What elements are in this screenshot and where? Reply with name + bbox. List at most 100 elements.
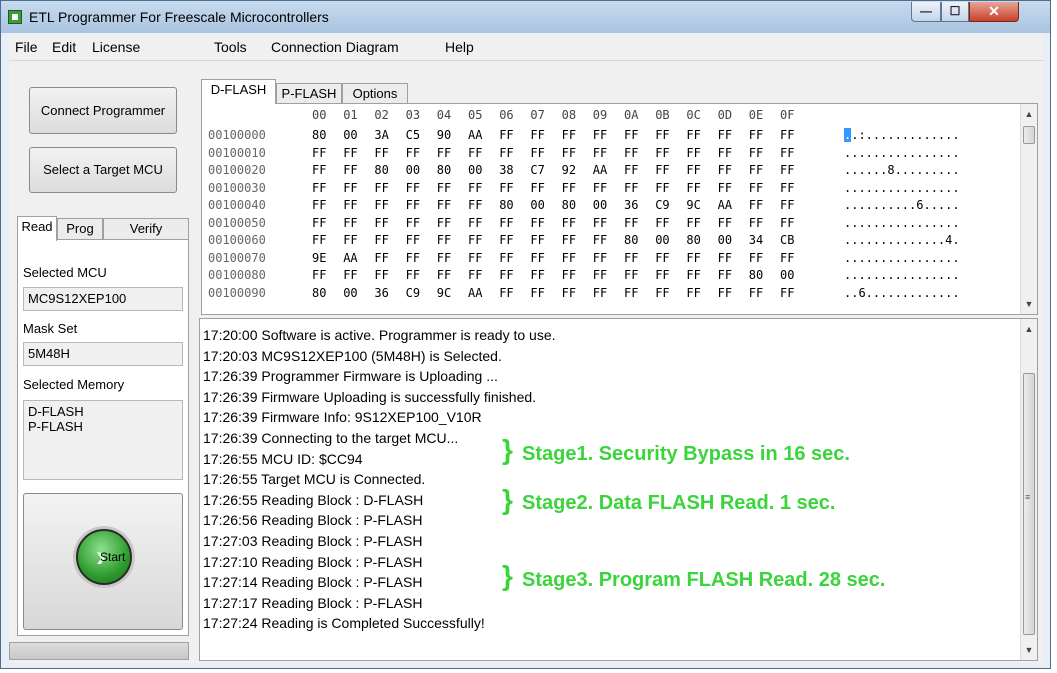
hex-byte[interactable]: FF — [406, 233, 428, 247]
hex-byte[interactable]: FF — [374, 198, 396, 212]
hex-byte[interactable]: 00 — [655, 233, 677, 247]
hex-byte[interactable]: FF — [686, 216, 708, 230]
hex-byte[interactable]: FF — [749, 163, 771, 177]
hex-byte[interactable]: FF — [718, 128, 740, 142]
hex-byte[interactable]: 80 — [749, 268, 771, 282]
log-scrollbar[interactable]: ▲ ≡ ▼ — [1020, 319, 1037, 660]
hex-byte[interactable]: FF — [593, 286, 615, 300]
memory-item-pflash[interactable]: P-FLASH — [28, 419, 178, 434]
hex-byte[interactable]: FF — [718, 251, 740, 265]
hex-byte[interactable]: 80 — [499, 198, 521, 212]
memory-item-dflash[interactable]: D-FLASH — [28, 404, 178, 419]
hex-byte[interactable]: FF — [312, 146, 334, 160]
hex-byte[interactable]: FF — [686, 268, 708, 282]
hex-byte[interactable]: FF — [312, 181, 334, 195]
hex-byte[interactable]: C7 — [530, 163, 552, 177]
hex-byte[interactable]: FF — [562, 181, 584, 195]
hex-byte[interactable]: FF — [655, 286, 677, 300]
hex-scroll-thumb[interactable] — [1023, 126, 1035, 144]
hex-byte[interactable]: FF — [499, 286, 521, 300]
hex-byte[interactable]: FF — [499, 268, 521, 282]
hex-byte[interactable]: FF — [562, 268, 584, 282]
hex-byte[interactable]: FF — [437, 251, 459, 265]
hex-row[interactable]: 00100070 9E AA FF FF FF FF FF FF FF FF FF FF FF FF FF FF… — [202, 251, 1022, 265]
hex-byte[interactable]: FF — [593, 128, 615, 142]
hex-byte[interactable]: FF — [624, 128, 646, 142]
hex-byte[interactable]: 00 — [780, 268, 802, 282]
hex-byte[interactable]: FF — [718, 268, 740, 282]
hex-byte[interactable]: FF — [499, 181, 521, 195]
hex-byte[interactable]: FF — [780, 198, 802, 212]
hex-byte[interactable]: FF — [530, 128, 552, 142]
hex-byte[interactable]: FF — [343, 163, 365, 177]
hex-byte[interactable]: FF — [312, 163, 334, 177]
hex-row[interactable]: 00100010 FF FF FF FF FF FF FF FF FF FF FF FF FF FF FF FF… — [202, 146, 1022, 160]
hex-byte[interactable]: FF — [499, 216, 521, 230]
start-button[interactable]: › Start — [76, 529, 132, 585]
menu-tools[interactable]: Tools — [214, 39, 247, 55]
hex-byte[interactable]: FF — [718, 216, 740, 230]
hex-byte[interactable]: FF — [593, 216, 615, 230]
hex-byte[interactable]: FF — [499, 146, 521, 160]
hex-byte[interactable]: 92 — [562, 163, 584, 177]
tab-options[interactable]: Options — [342, 83, 408, 104]
hex-byte[interactable]: FF — [406, 181, 428, 195]
hex-byte[interactable]: FF — [468, 268, 490, 282]
hex-byte[interactable]: FF — [624, 216, 646, 230]
hex-byte[interactable]: FF — [437, 268, 459, 282]
hex-byte[interactable]: 00 — [343, 286, 365, 300]
hex-byte[interactable]: FF — [406, 216, 428, 230]
hex-byte[interactable]: FF — [655, 181, 677, 195]
hex-byte[interactable]: FF — [468, 146, 490, 160]
hex-byte[interactable]: FF — [468, 181, 490, 195]
hex-byte[interactable]: FF — [468, 251, 490, 265]
hex-byte[interactable]: FF — [749, 198, 771, 212]
hex-byte[interactable]: 9E — [312, 251, 334, 265]
minimize-button[interactable]: — — [911, 2, 941, 22]
hex-byte[interactable]: FF — [780, 128, 802, 142]
hex-byte[interactable]: FF — [749, 181, 771, 195]
hex-byte[interactable]: 80 — [562, 198, 584, 212]
hex-byte[interactable]: FF — [624, 268, 646, 282]
hex-byte[interactable]: FF — [562, 146, 584, 160]
hex-byte[interactable]: 00 — [530, 198, 552, 212]
hex-byte[interactable]: 80 — [624, 233, 646, 247]
hex-byte[interactable]: FF — [780, 181, 802, 195]
hex-byte[interactable]: 00 — [593, 198, 615, 212]
hex-byte[interactable]: FF — [655, 268, 677, 282]
hex-row[interactable]: 00100090 80 00 36 C9 9C AA FF FF FF FF FF FF FF FF FF FF… — [202, 286, 1022, 300]
hex-byte[interactable]: FF — [780, 251, 802, 265]
hex-byte[interactable]: 00 — [718, 233, 740, 247]
hex-byte[interactable]: FF — [437, 216, 459, 230]
hex-byte[interactable]: 00 — [468, 163, 490, 177]
hex-byte[interactable]: FF — [406, 268, 428, 282]
log-scroll-thumb[interactable]: ≡ — [1023, 373, 1035, 635]
hex-byte[interactable]: FF — [343, 216, 365, 230]
hex-byte[interactable]: 90 — [437, 128, 459, 142]
hex-byte[interactable]: 80 — [312, 128, 334, 142]
hex-byte[interactable]: 34 — [749, 233, 771, 247]
hex-byte[interactable]: FF — [562, 251, 584, 265]
hex-byte[interactable]: FF — [686, 146, 708, 160]
hex-byte[interactable]: AA — [343, 251, 365, 265]
hex-byte[interactable]: FF — [655, 163, 677, 177]
hex-byte[interactable]: FF — [499, 128, 521, 142]
hex-byte[interactable]: FF — [312, 233, 334, 247]
hex-byte[interactable]: FF — [406, 198, 428, 212]
hex-byte[interactable]: FF — [499, 233, 521, 247]
menu-license[interactable]: License — [92, 39, 140, 55]
hex-byte[interactable]: FF — [655, 216, 677, 230]
hex-byte[interactable]: FF — [374, 181, 396, 195]
hex-byte[interactable]: FF — [406, 251, 428, 265]
hex-byte[interactable]: FF — [437, 146, 459, 160]
hex-byte[interactable]: FF — [749, 286, 771, 300]
menu-file[interactable]: File — [15, 39, 38, 55]
hex-byte[interactable]: FF — [780, 146, 802, 160]
hex-row[interactable]: 00100050 FF FF FF FF FF FF FF FF FF FF FF FF FF FF FF FF… — [202, 216, 1022, 230]
hex-byte[interactable]: FF — [343, 198, 365, 212]
hex-byte[interactable]: 80 — [686, 233, 708, 247]
hex-byte[interactable]: FF — [530, 233, 552, 247]
hex-byte[interactable]: 36 — [624, 198, 646, 212]
menu-connection-diagram[interactable]: Connection Diagram — [271, 39, 399, 55]
hex-byte[interactable]: FF — [624, 181, 646, 195]
